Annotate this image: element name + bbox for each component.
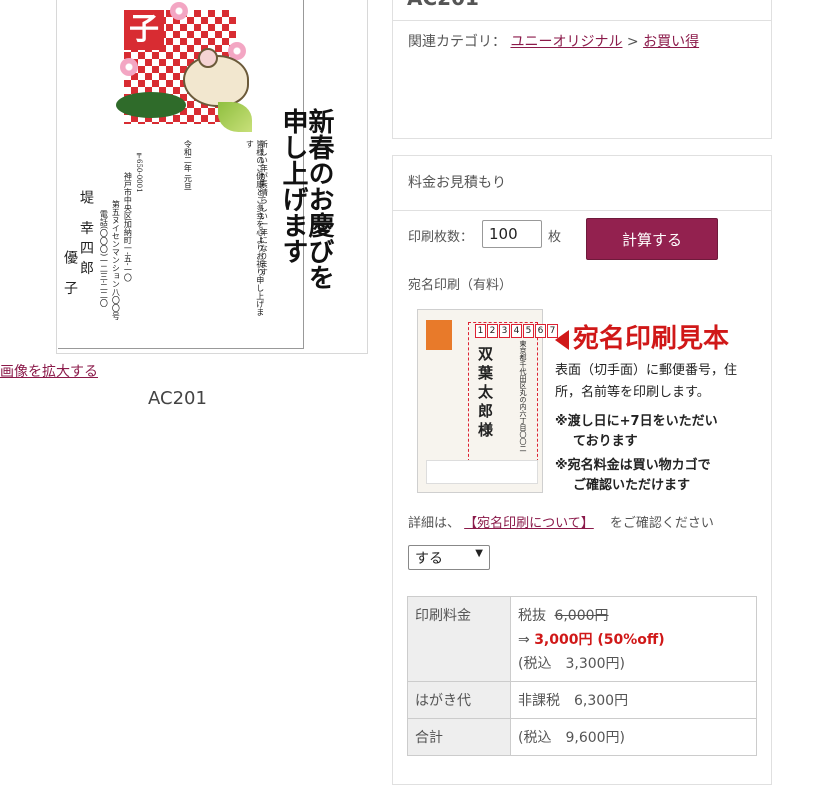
sample-title: 宛名印刷見本	[555, 318, 729, 355]
product-info-panel: AC201 関連カテゴリ： ユニーオリジナル > お買い得	[392, 0, 772, 139]
product-image[interactable]: 子 新春のお慶びを申し上げます 新しい年が素晴らしい一年になります 皆様のご健康…	[56, 0, 368, 354]
divider	[393, 210, 771, 211]
mouse-ear-icon	[198, 48, 218, 68]
detail-suffix: をご確認ください	[609, 516, 714, 531]
sender-phone: 電話(〇〇〇)一二三-二二〇	[99, 210, 109, 307]
postal-digit: 6	[535, 324, 546, 338]
tax-excluded-label: 税抜	[518, 608, 546, 624]
row-label-total: 合計	[407, 718, 511, 756]
message-date: 令和二年 元旦	[183, 140, 193, 191]
bamboo-leaf-icon	[218, 102, 252, 132]
category-link-bargain[interactable]: お買い得	[643, 34, 699, 50]
detail-line: 詳細は、 【宛名印刷について】 をご確認ください	[408, 512, 714, 531]
row-label-postcard-fee: はがき代	[407, 681, 511, 719]
plum-blossom-icon	[170, 2, 188, 20]
greeting-text: 新春のお慶びを申し上げます	[278, 108, 334, 290]
sample-description: 表面（切手面）に郵便番号，住所，名前等を印刷します。	[555, 363, 738, 400]
product-title: AC201	[407, 0, 479, 10]
note-line: ※宛名料金は買い物カゴで	[555, 458, 711, 473]
enlarge-image-link[interactable]: 画像を拡大する	[0, 361, 98, 381]
sample-title-text: 宛名印刷見本	[573, 324, 730, 354]
quantity-input[interactable]	[482, 220, 542, 248]
total-value: (税込 9,600円)	[510, 718, 757, 756]
postcard-fee-value: 非課税 6,300円	[510, 681, 757, 719]
note-line: ご確認いただけます	[573, 478, 691, 493]
table-row: 合計 (税込 9,600円)	[407, 718, 757, 756]
sender-address: 神戸市中央区加納町一-五-一〇	[123, 172, 133, 282]
new-year-card-design: 子 新春のお慶びを申し上げます 新しい年が素晴らしい一年になります 皆様のご健康…	[58, 0, 334, 349]
print-fee-cell: 税抜 6,000円 ⇒ 3,000円 (50%off) (税込 3,300円)	[510, 596, 757, 682]
row-label-print-fee: 印刷料金	[407, 596, 511, 682]
price-table: 印刷料金 税抜 6,000円 ⇒ 3,000円 (50%off) (税込 3,3…	[407, 596, 757, 756]
product-code: AC201	[148, 388, 207, 409]
plum-blossom-icon	[120, 58, 138, 76]
zodiac-character: 子	[124, 10, 164, 50]
table-row: はがき代 非課税 6,300円	[407, 681, 757, 719]
postal-code-boxes: 1 2 3 4 5 6 7	[475, 324, 558, 338]
sender-postal: 〒650-0001	[135, 152, 144, 193]
note-line: ※渡し日に+7日をいただい	[555, 414, 718, 429]
card-footer	[426, 460, 538, 484]
address-sample-image: 1 2 3 4 5 6 7 双葉太郎様 東京都千代田区丸の内六丁目〇〇二	[417, 309, 558, 493]
address-print-info-link[interactable]: 【宛名印刷について】	[464, 516, 594, 531]
price-estimate-panel: 料金お見積もり 印刷枚数： 枚 計算する 宛名印刷（有料） 1 2 3 4 5 …	[392, 155, 772, 785]
related-categories: 関連カテゴリ： ユニーオリジナル > お買い得	[408, 31, 699, 51]
triangle-left-icon	[555, 329, 569, 350]
sample-recipient-name: 双葉太郎様	[476, 346, 494, 441]
panel-title: 料金お見積もり	[408, 175, 506, 191]
stamp-icon	[426, 320, 452, 350]
category-link-uny-original[interactable]: ユニーオリジナル	[510, 34, 622, 50]
sample-recipient-address: 東京都千代田区丸の内六丁目〇〇二	[519, 340, 527, 452]
address-print-label: 宛名印刷（有料）	[408, 278, 513, 293]
category-separator: >	[626, 34, 639, 50]
sender-address: 第五ヌイセンマンション八〇〇号	[111, 200, 121, 320]
dropdown-arrow-icon: ▼	[475, 548, 483, 559]
postal-digit: 4	[511, 324, 522, 338]
discount-price: 3,000円 (50%off)	[534, 632, 665, 648]
category-label: 関連カテゴリ：	[408, 34, 506, 50]
tax-included-price: (税込 3,300円)	[518, 656, 626, 672]
address-print-select[interactable]: する ▼	[408, 545, 490, 570]
table-row: 印刷料金 税抜 6,000円 ⇒ 3,000円 (50%off) (税込 3,3…	[407, 596, 757, 682]
quantity-unit: 枚	[548, 230, 562, 245]
postal-digit: 1	[475, 324, 486, 338]
postal-digit: 3	[499, 324, 510, 338]
detail-prefix: 詳細は、	[408, 516, 461, 531]
quantity-label: 印刷枚数：	[408, 230, 474, 245]
calculate-button[interactable]: 計算する	[586, 218, 718, 260]
note-line: ております	[573, 434, 638, 449]
sender-name: 優 子	[62, 250, 78, 301]
postal-digit: 2	[487, 324, 498, 338]
select-value: する	[415, 551, 443, 567]
arrow-icon: ⇒	[518, 632, 530, 648]
original-price: 6,000円	[554, 608, 609, 624]
pine-branch-icon	[116, 92, 186, 118]
message-line: 皆様のご健康とご多幸を心よりお祈り申し上げます	[245, 140, 265, 316]
postal-digit: 5	[523, 324, 534, 338]
divider	[393, 20, 771, 21]
